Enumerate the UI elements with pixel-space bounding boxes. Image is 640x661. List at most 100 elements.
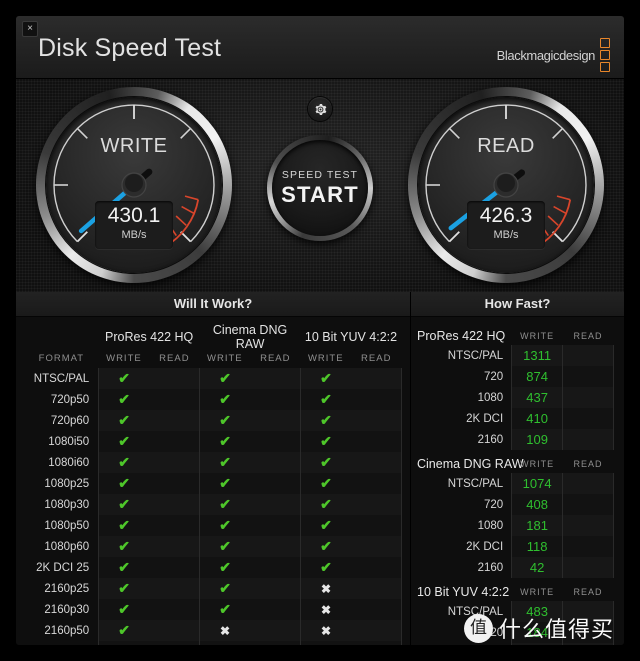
format-label: 1080p30 (44, 498, 90, 511)
subheader-read: READ (361, 353, 392, 364)
check-icon: ✔ (300, 557, 351, 578)
resolution-label: NTSC/PAL (447, 605, 504, 618)
write-value-cell: 1311 (511, 345, 564, 366)
format-label: 1080i60 (48, 456, 90, 469)
check-icon: ✔ (199, 410, 251, 431)
format-column-header: FORMAT (38, 353, 85, 364)
write-value-cell: 181 (511, 515, 564, 536)
how-fast-title: How Fast? (411, 292, 624, 317)
table-row: 1080i50 ✔ ✔ ✔ (24, 431, 402, 452)
how-fast-table: ProRes 422 HQ WRITE READ NTSC/PAL 1311 720 874… (417, 322, 614, 645)
codec-name: Cinema DNG RAW (417, 457, 524, 471)
write-value-cell: 1074 (511, 473, 564, 494)
check-icon: ✔ (199, 452, 251, 473)
check-icon: ✔ (300, 473, 351, 494)
table-row: 1080 181 (417, 515, 614, 536)
write-value-cell: 410 (511, 408, 564, 429)
read-value: 426.3 (479, 204, 533, 227)
cross-icon: ✖ (300, 599, 351, 620)
cross-icon: ✖ (300, 620, 351, 641)
check-icon: ✔ (199, 473, 251, 494)
resolution-label: 1080 (477, 391, 504, 404)
empty-cell (350, 410, 402, 431)
resolution-label: NTSC/PAL (447, 349, 504, 362)
write-gauge: WRITE 430.1 MB/s (36, 87, 232, 283)
settings-button[interactable] (308, 97, 332, 121)
empty-cell (250, 515, 302, 536)
empty-cell (250, 431, 302, 452)
resolution-label: 720 (483, 370, 504, 383)
resolution-label: 720 (483, 626, 504, 639)
write-value-cell: 408 (511, 494, 564, 515)
start-button[interactable]: SPEED TEST START (267, 135, 373, 241)
empty-cell (350, 515, 402, 536)
subheader-write: WRITE (520, 331, 555, 341)
empty-cell (250, 536, 302, 557)
read-value-cell (562, 473, 614, 494)
brand-name: Blackmagicdesign (496, 47, 596, 63)
empty-cell (350, 557, 402, 578)
empty-cell (350, 452, 402, 473)
format-label: 1080p60 (44, 540, 90, 553)
read-value-cell (562, 557, 614, 578)
check-icon: ✔ (98, 452, 150, 473)
check-icon: ✔ (300, 431, 351, 452)
empty-cell (149, 389, 201, 410)
cross-icon: ✖ (300, 641, 351, 645)
subheader-write: WRITE (307, 353, 344, 364)
write-gauge-label: WRITE (100, 135, 168, 157)
empty-cell (149, 641, 201, 645)
will-it-work-table: ProRes 422 HQ Cinema DNG RAW 10 Bit YUV 4:… (24, 317, 402, 645)
format-label: 720p60 (50, 414, 90, 427)
empty-cell (350, 578, 402, 599)
resolution-label: 2K DCI (466, 412, 504, 425)
check-icon: ✔ (98, 473, 150, 494)
check-icon: ✔ (98, 431, 150, 452)
read-gauge-label: READ (477, 135, 535, 157)
read-unit: MB/s (493, 229, 519, 241)
read-gauge: READ 426.3 MB/s (408, 87, 604, 283)
empty-cell (250, 578, 302, 599)
check-icon: ✔ (300, 515, 351, 536)
brand-squares-icon (600, 38, 610, 72)
check-icon: ✔ (300, 452, 351, 473)
empty-cell (149, 515, 201, 536)
empty-cell (149, 557, 201, 578)
read-value-cell (562, 345, 614, 366)
codec-name: 10 Bit YUV 4:2:2 (417, 585, 510, 599)
check-icon: ✔ (300, 494, 351, 515)
empty-cell (149, 410, 201, 431)
cross-icon: ✖ (300, 578, 351, 599)
cross-icon: ✖ (199, 641, 251, 645)
check-icon: ✔ (98, 557, 150, 578)
brand-logo: Blackmagicdesign (497, 38, 610, 72)
empty-cell (250, 368, 302, 389)
check-icon: ✔ (98, 536, 150, 557)
format-label: 2K DCI 25 (36, 561, 90, 574)
table-row: 1080i60 ✔ ✔ ✔ (24, 452, 402, 473)
check-icon: ✔ (98, 515, 150, 536)
empty-cell (149, 431, 201, 452)
empty-cell (149, 452, 201, 473)
empty-cell (250, 473, 302, 494)
codec-header: 10 Bit YUV 4:2:2 (304, 330, 398, 344)
format-label: 2160p50 (44, 624, 90, 637)
format-label: 1080i50 (48, 435, 90, 448)
write-value-cell: 184 (511, 622, 564, 643)
close-button[interactable]: × (22, 21, 38, 37)
read-value-cell (562, 366, 614, 387)
write-readout: 430.1 MB/s (95, 201, 173, 249)
table-row: 1080 437 (417, 387, 614, 408)
table-row: 1080p60 ✔ ✔ ✔ (24, 536, 402, 557)
start-button-sublabel: SPEED TEST (281, 168, 359, 181)
empty-cell (149, 578, 201, 599)
table-row: 2160p30 ✔ ✔ ✖ (24, 599, 402, 620)
table-row: 720 408 (417, 494, 614, 515)
write-value-cell: 109 (511, 429, 564, 450)
check-icon: ✔ (98, 620, 150, 641)
empty-cell (350, 431, 402, 452)
empty-cell (350, 536, 402, 557)
format-label: 2160p25 (44, 582, 90, 595)
table-row: 2160p60✔ ✖ ✖ (24, 641, 402, 645)
empty-cell (350, 599, 402, 620)
